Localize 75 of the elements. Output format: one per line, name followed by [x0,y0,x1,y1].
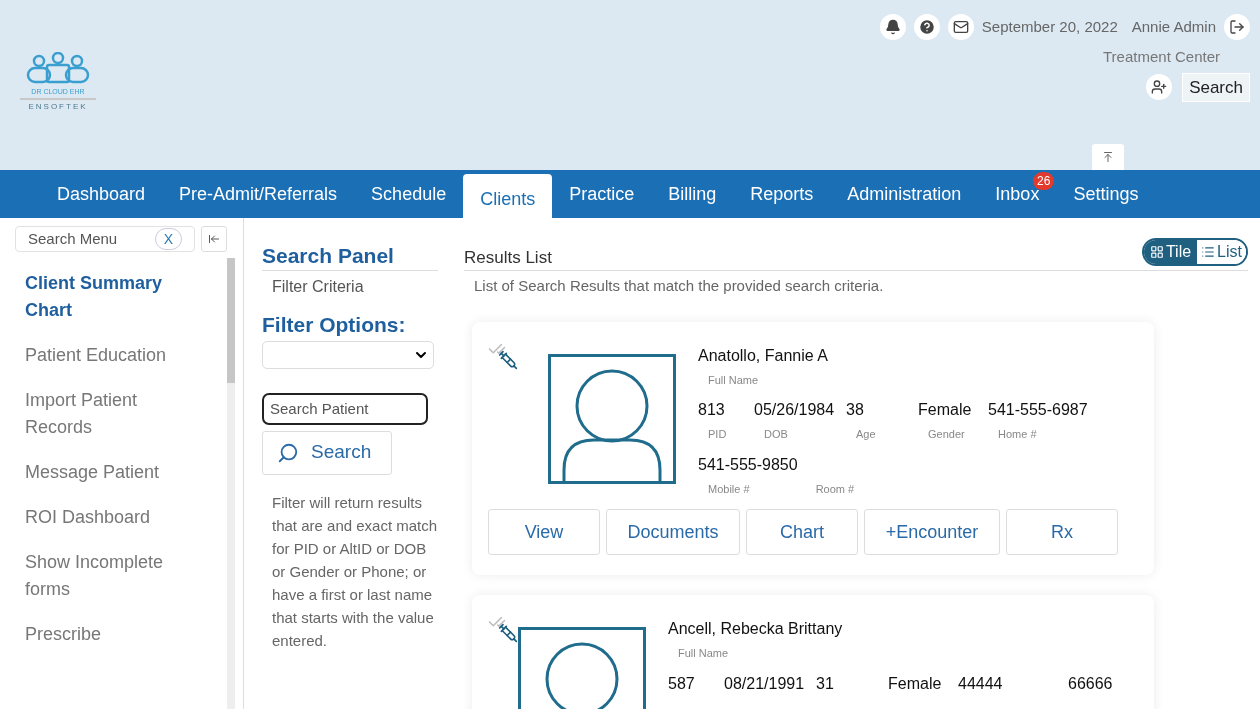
nav-tab[interactable]: Reports [733,170,831,218]
field-value: Female [888,673,943,694]
grid-icon [1149,245,1164,259]
list-icon [1201,245,1216,259]
nav-tab[interactable]: Practice [552,170,652,218]
field-label: Home # [997,427,1038,442]
field-label: Age [855,427,877,442]
field-label: Room # [814,481,856,497]
results-title: Results List [464,246,552,269]
nav-tab[interactable]: Billing [651,170,734,218]
sidebar-menu-item[interactable]: ROI Dashboard [15,504,225,531]
card-action-button[interactable]: View [488,509,600,555]
card-action-button[interactable]: +Encounter [864,509,1000,555]
field-value: 541-555-6987 [988,400,1089,420]
field-value: Female [918,400,973,420]
sidebar-menu-item[interactable]: Prescribe [15,621,225,648]
unread-count-badge: 26 [1033,172,1055,190]
sidebar-menu-item[interactable]: Patient Education [15,342,225,369]
add-user-icon[interactable] [1146,74,1173,101]
collapse-up-icon [1102,151,1114,163]
filter-options-title: Filter Options: [262,312,407,338]
field-value: 813 [698,400,726,420]
avatar-placeholder-icon [548,353,676,484]
sidebar-menu-item[interactable]: Import Patient Records [15,387,225,441]
notification-bell-icon[interactable] [879,14,906,40]
field-value: 66666 [1068,673,1114,694]
field-value: 05/26/1984 [754,400,836,420]
current-date: September 20, 2022 [981,16,1118,37]
field-label: Full Name [707,372,760,388]
logout-icon[interactable] [1224,14,1250,40]
location-label: Treatment Center [1103,47,1220,67]
card-action-button[interactable]: Rx [1006,509,1118,555]
patient-search-field[interactable]: Search Patient [262,392,428,425]
nav-tab[interactable]: Pre-Admit/Referrals [162,170,355,218]
sidebar-menu-item[interactable]: Show Incomplete forms [15,549,225,603]
nav-tab[interactable]: Dashboard [40,170,163,218]
scrollbar-thumb[interactable] [227,258,235,383]
nav-tab[interactable]: Administration [830,170,979,218]
sidebar-menu-item[interactable]: Client Summary Chart [15,270,225,324]
field-value: 541-555-9850 [698,454,798,475]
user-name[interactable]: Annie Admin [1131,15,1216,39]
search-button[interactable]: Search [262,430,392,475]
help-icon[interactable] [913,14,940,40]
card-action-button[interactable]: Documents [606,509,740,555]
client-name: Anatollo, Fannie A [698,345,829,366]
panel-subtitle: Filter Criteria [271,277,365,297]
collapse-left-icon [208,233,220,245]
field-label: Full Name [677,646,730,661]
field-value: 587 [668,673,696,694]
client-name: Ancell, Rebecka Brittany [668,619,844,639]
logo-brand: ENSOFTEK [28,103,88,111]
mail-icon[interactable] [947,14,974,40]
syringe-icon[interactable] [498,623,518,643]
menu-search-box[interactable]: Search Menu X [15,226,195,252]
field-label: Gender [927,427,966,442]
nav-tab[interactable]: Schedule [354,170,464,218]
sidebar-menu-item[interactable]: Message Patient [15,459,225,486]
field-label: DOB [763,427,789,442]
header-search-button[interactable]: Search [1182,72,1250,102]
syringe-icon[interactable] [498,349,518,370]
field-value: 38 [846,400,865,420]
card-action-button[interactable]: Chart [746,509,858,555]
field-value: 44444 [958,673,1004,694]
field-label: Mobile # [707,481,751,497]
menu-search-field[interactable]: Search Menu [28,227,138,251]
view-toggle[interactable]: Tile [1143,240,1198,264]
results-description: List of Search Results that match the provided search criteria. [473,276,885,296]
nav-tab[interactable]: Clients [463,174,553,218]
nav-tab[interactable]: Settings [1056,170,1156,218]
field-label: PID [707,427,728,442]
field-value: 08/21/1991 [724,673,806,694]
filter-help-text: Filter will return results that are and exact match for PID or AltID or DOB or Gender or Phone; or have a first or last name that starts with the value entered. [271,492,439,651]
search-icon [277,441,299,464]
field-value: 31 [816,673,835,694]
panel-title: Search Panel [262,242,438,271]
